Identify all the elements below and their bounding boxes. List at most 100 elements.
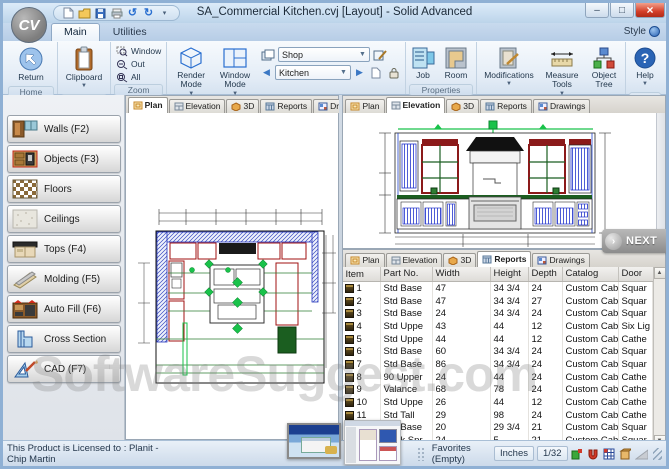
- sidebar-item-cross-section[interactable]: Cross Section: [7, 325, 121, 353]
- snap-icon[interactable]: [570, 447, 584, 461]
- reports-tab-icon: [485, 102, 495, 111]
- box-icon[interactable]: [618, 447, 632, 461]
- grid-icon[interactable]: [602, 447, 616, 461]
- table-row[interactable]: 2Std Base4734 3/427Custom CabinetSquar: [343, 295, 653, 308]
- tab-3d[interactable]: 3D: [446, 99, 479, 113]
- minimize-button[interactable]: –: [585, 3, 609, 18]
- modifications-button[interactable]: Modifications▼: [480, 43, 538, 91]
- style-selector[interactable]: Style: [624, 26, 660, 37]
- sidebar-item-ceilings[interactable]: Ceilings: [7, 205, 121, 233]
- favorites-text[interactable]: Favorites (Empty): [432, 443, 491, 465]
- shop-select[interactable]: Shop▼: [278, 47, 370, 62]
- tab-drawings[interactable]: Drawings: [532, 253, 589, 267]
- cabinet-item-icon: [345, 297, 354, 306]
- plan-pane-tabs: Plan Elevation 3D Reports Drawings: [126, 96, 338, 113]
- ribbon-group-edit: Clipboard ▼ Edit: [58, 42, 111, 94]
- cell-cat: Custom Cabinet: [563, 320, 619, 333]
- lock-icon[interactable]: [386, 66, 402, 80]
- clipboard-button[interactable]: Clipboard ▼: [61, 43, 107, 93]
- tab-main[interactable]: Main: [51, 23, 100, 41]
- table-row[interactable]: 4Std Uppe434412Custom CabinetSix Lig: [343, 320, 653, 333]
- edit-view-icon[interactable]: [372, 48, 388, 62]
- tab-elevation[interactable]: Elevation: [386, 253, 443, 267]
- room-select[interactable]: Kitchen▼: [275, 65, 351, 80]
- units-indicator[interactable]: Inches: [494, 446, 534, 461]
- cell-part: Std Base: [381, 345, 433, 358]
- ribbon-group-properties: Job Room Properties: [406, 42, 477, 94]
- next-room-button[interactable]: ▶: [353, 67, 366, 78]
- zoom-window-button[interactable]: Window: [114, 45, 163, 57]
- sidebar-item-molding[interactable]: Molding (F5): [7, 265, 121, 293]
- job-button[interactable]: Job: [409, 43, 437, 83]
- cell-part: Std Uppe: [381, 333, 433, 346]
- sidebar-item-objects[interactable]: Objects (F3): [7, 145, 121, 173]
- shop-layers-icon[interactable]: [260, 48, 276, 62]
- statusbar-grip[interactable]: [417, 447, 423, 461]
- zoom-all-button[interactable]: All: [114, 71, 163, 83]
- maximize-button[interactable]: □: [610, 3, 634, 18]
- scale-indicator[interactable]: 1/32: [537, 446, 568, 461]
- tab-plan[interactable]: Plan: [345, 99, 384, 113]
- tab-3d[interactable]: 3D: [443, 253, 476, 267]
- sidebar-item-cad[interactable]: CAD (F7): [7, 355, 121, 383]
- cell-cat: Custom Cabinet: [563, 421, 619, 434]
- plan-canvas[interactable]: [126, 113, 338, 439]
- measure-tools-button[interactable]: Measure Tools▼: [540, 43, 584, 100]
- tab-plan[interactable]: Plan: [128, 97, 168, 113]
- help-button[interactable]: ? Help▼: [629, 43, 661, 91]
- col-item[interactable]: Item: [343, 267, 381, 281]
- app-logo[interactable]: CV: [11, 7, 47, 43]
- table-row[interactable]: 6Std Base6034 3/424Custom CabinetSquar: [343, 345, 653, 358]
- sidebar-item-walls[interactable]: Walls (F2): [7, 115, 121, 143]
- table-row[interactable]: 9Valance687824Custom CabinetCathe: [343, 384, 653, 397]
- table-scrollbar[interactable]: ▲ ▼: [653, 267, 665, 447]
- sidebar-item-tops[interactable]: Tops (F4): [7, 235, 121, 263]
- zoom-out-button[interactable]: Out: [114, 58, 163, 70]
- tab-plan[interactable]: Plan: [345, 253, 384, 267]
- elevation-canvas[interactable]: [343, 113, 665, 248]
- cell-depth: 21: [529, 421, 563, 434]
- preview-thumbnail-2[interactable]: [344, 420, 401, 465]
- sidebar-item-floors[interactable]: Floors: [7, 175, 121, 203]
- table-row[interactable]: 3Std Base2434 3/424Custom CabinetSquar: [343, 307, 653, 320]
- room-button[interactable]: Room: [439, 43, 473, 83]
- tab-reports[interactable]: Reports: [477, 251, 531, 267]
- col-depth[interactable]: Depth: [529, 267, 563, 281]
- table-row[interactable]: 890 Upper244424Custom CabinetCathe: [343, 371, 653, 384]
- window-mode-button[interactable]: Window Mode▼: [214, 43, 256, 100]
- return-button[interactable]: Return: [8, 43, 54, 85]
- cell-cat: Custom Cabinet: [563, 383, 619, 396]
- new-view-icon[interactable]: [368, 66, 384, 80]
- cabinet-item-icon: [345, 398, 354, 407]
- col-part-no[interactable]: Part No.: [381, 267, 433, 281]
- scroll-up-icon[interactable]: ▲: [654, 267, 666, 279]
- table-row[interactable]: 1Std Base4734 3/424Custom CabinetSquar: [343, 282, 653, 295]
- col-width[interactable]: Width: [433, 267, 491, 281]
- tab-reports[interactable]: Reports: [480, 99, 532, 113]
- tab-elevation[interactable]: Elevation: [169, 99, 226, 113]
- next-button[interactable]: › NEXT: [602, 229, 666, 253]
- magnet-icon[interactable]: [586, 447, 600, 461]
- triangle-icon[interactable]: [634, 447, 649, 461]
- cell-part: Valance: [381, 383, 433, 396]
- table-row[interactable]: 5Std Uppe444412Custom CabinetCathe: [343, 333, 653, 346]
- modifications-dropdown-icon: ▼: [506, 81, 512, 88]
- prev-room-button[interactable]: ◀: [260, 67, 273, 78]
- col-height[interactable]: Height: [491, 267, 529, 281]
- tab-reports[interactable]: Reports: [260, 99, 312, 113]
- tab-utilities[interactable]: Utilities: [100, 23, 160, 41]
- tab-drawings[interactable]: Drawings: [533, 99, 590, 113]
- elevation-scrollbar[interactable]: [656, 113, 665, 248]
- title-bar: CV ↺ ↻ ▾ SA_Commercial Kitchen.cvj [Layo…: [3, 3, 666, 23]
- render-mode-button[interactable]: Render Mode▼: [170, 43, 212, 100]
- tab-elevation[interactable]: Elevation: [386, 97, 446, 113]
- table-row[interactable]: 10Std Uppe264412Custom CabinetCathe: [343, 396, 653, 409]
- object-tree-button[interactable]: Object Tree: [586, 43, 622, 93]
- resize-grip[interactable]: [653, 448, 662, 460]
- col-catalog[interactable]: Catalog: [563, 267, 619, 281]
- sidebar-item-autofill[interactable]: Auto Fill (F6): [7, 295, 121, 323]
- close-button[interactable]: ×: [635, 3, 665, 18]
- preview-thumbnail-1[interactable]: [287, 423, 341, 459]
- tab-3d[interactable]: 3D: [226, 99, 259, 113]
- table-row[interactable]: 7Std Base8634 3/424Custom CabinetSquar: [343, 358, 653, 371]
